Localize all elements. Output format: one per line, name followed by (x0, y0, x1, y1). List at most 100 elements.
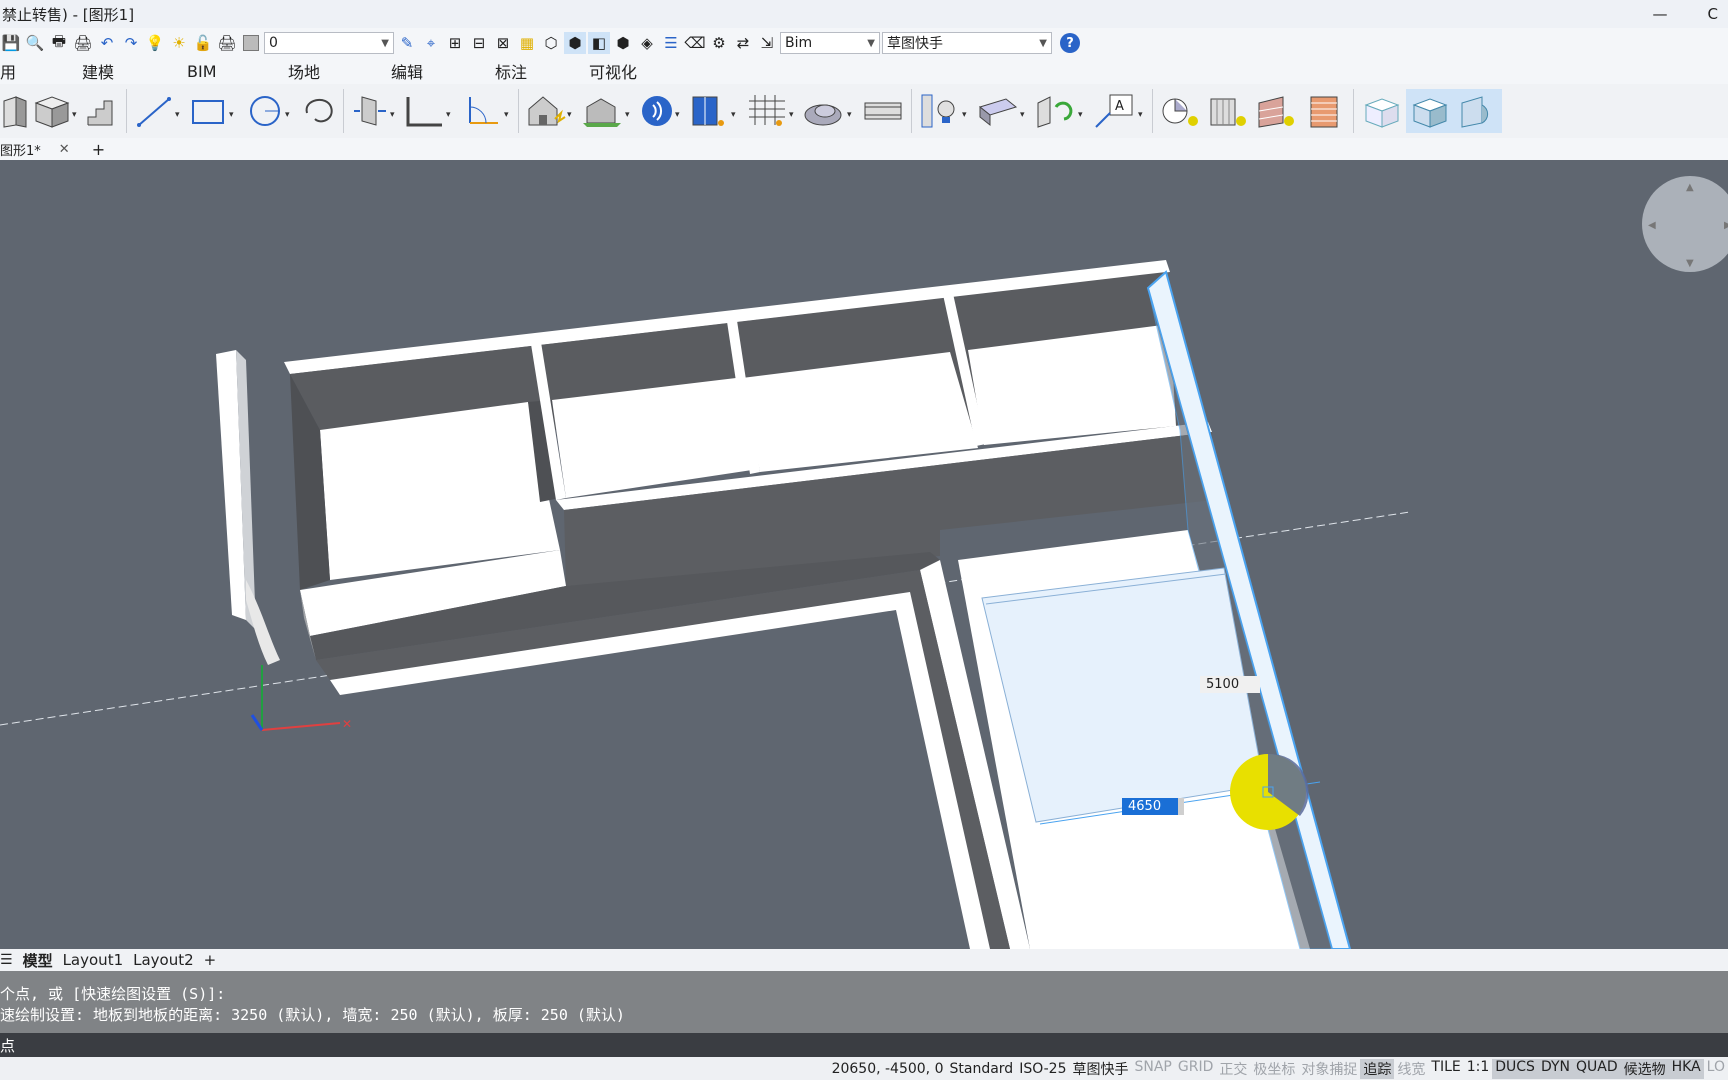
status-toggle[interactable]: 对象捕捉 (1298, 1059, 1360, 1079)
match-layer-icon[interactable]: ✎ (396, 32, 418, 54)
text-tool-icon[interactable]: A ▾ (1090, 89, 1148, 133)
visual-style-shaded-icon[interactable] (1406, 89, 1454, 133)
model-canvas[interactable]: ✕ ▲ ▼ ◀ ▶ (0, 160, 1728, 949)
materials-icon[interactable] (1205, 89, 1253, 133)
help-icon[interactable]: ? (1060, 33, 1080, 53)
tab-layout1[interactable]: Layout1 (63, 951, 124, 969)
circle-tool-icon[interactable]: ▾ (243, 89, 299, 133)
print-icon[interactable]: 🖨 (72, 32, 94, 54)
status-toggle[interactable]: 追踪 (1360, 1058, 1395, 1079)
properties-icon[interactable]: ☰ (660, 32, 682, 54)
status-toggle[interactable]: SNAP (1132, 1059, 1175, 1079)
close-icon[interactable]: ✕ (59, 142, 92, 157)
line-tool-icon[interactable]: ▾ (131, 89, 187, 133)
status-toggle[interactable]: 正交 (1216, 1059, 1250, 1079)
view-top-icon[interactable]: ⬡ (540, 32, 562, 54)
status-toggle[interactable]: QUAD (1573, 1058, 1621, 1079)
layer-combo[interactable]: 0 ▼ (264, 32, 394, 54)
status-toggle[interactable]: DUCS (1492, 1058, 1538, 1079)
layer-merge-icon[interactable]: ⊠ (492, 32, 514, 54)
rectangle-tool-icon[interactable]: ▾ (187, 89, 243, 133)
status-toggle[interactable]: 线宽 (1394, 1059, 1428, 1079)
status-toggle[interactable]: DYN (1537, 1058, 1573, 1079)
tab-home[interactable]: 用 (0, 59, 82, 83)
dim-length-label[interactable]: 5100 (1200, 676, 1260, 693)
polyline-tool-icon[interactable] (299, 89, 339, 133)
stair-tool-icon[interactable] (82, 89, 122, 133)
view-3d-icon[interactable]: ⬢ (612, 32, 634, 54)
layers-stack-icon[interactable] (1301, 89, 1349, 133)
corner-tool-icon[interactable]: ▾ (400, 89, 458, 133)
layout-list-icon[interactable]: ☰ (0, 952, 13, 968)
layer-on-icon[interactable]: 💡 (144, 32, 166, 54)
layer-state-icon[interactable]: ▦ (516, 32, 538, 54)
eraser-icon[interactable]: ⌫ (684, 32, 706, 54)
tab-modeling[interactable]: 建模 (82, 59, 187, 83)
tab-model[interactable]: 模型 (23, 950, 53, 971)
tab-bim[interactable]: BIM (187, 62, 288, 81)
layer-lock-icon[interactable]: 🔓 (192, 32, 214, 54)
dim-style[interactable]: ISO-25 (1016, 1061, 1069, 1077)
status-toggle[interactable]: TILE (1428, 1059, 1463, 1079)
extrude-tool-icon[interactable]: ▾ (348, 89, 400, 133)
doc-tab-active[interactable]: 图形1* (0, 140, 59, 159)
terrain-tool-icon[interactable]: ▾ (801, 89, 859, 133)
save-icon[interactable]: 💾 (0, 32, 22, 54)
tab-layout2[interactable]: Layout2 (133, 951, 194, 969)
settings-icon[interactable]: ⚙ (708, 32, 730, 54)
status-toggle[interactable]: 候选物 (1620, 1058, 1669, 1079)
tab-site[interactable]: 场地 (288, 59, 391, 83)
drawing-viewport[interactable]: ✕ ▲ ▼ ◀ ▶ 5100 4650 (0, 160, 1728, 949)
restore-button[interactable]: C (1708, 5, 1718, 23)
section-tool-icon[interactable]: ▾ (974, 89, 1032, 133)
status-toggle[interactable]: HKA (1668, 1058, 1704, 1079)
coordinates-readout[interactable]: 20650, -4500, 0 (829, 1061, 947, 1077)
workspace-combo[interactable]: Bim ▼ (780, 32, 880, 54)
light-tool-icon[interactable]: ▾ (916, 89, 974, 133)
site-building-icon[interactable]: ▾ (579, 89, 637, 133)
layer-walk-icon[interactable]: ⊟ (468, 32, 490, 54)
visual-style-realistic-icon[interactable] (1454, 89, 1502, 133)
view-front-icon[interactable]: ◧ (588, 32, 610, 54)
print-preview-icon[interactable]: 🖶 (48, 32, 70, 54)
dim-width-input[interactable]: 4650 (1122, 798, 1184, 815)
add-doc-tab-button[interactable]: + (92, 140, 105, 159)
layer-prev-icon[interactable]: ⌖ (420, 32, 442, 54)
workspace-label[interactable]: 草图快手 (1070, 1059, 1132, 1079)
status-toggle[interactable]: 1:1 (1464, 1059, 1493, 1079)
status-toggle[interactable]: LO (1704, 1059, 1728, 1079)
wall-tool-icon[interactable] (0, 89, 30, 133)
add-layout-button[interactable]: + (204, 951, 217, 969)
wireless-tool-icon[interactable]: ▾ (637, 89, 685, 133)
tab-visualize[interactable]: 可视化 (589, 59, 689, 83)
status-toggle[interactable]: GRID (1175, 1059, 1217, 1079)
sync-icon[interactable]: ⇄ (732, 32, 754, 54)
workspace-icon[interactable]: ⇲ (756, 32, 778, 54)
status-toggle[interactable]: 极坐标 (1250, 1059, 1298, 1079)
layer-isolate-icon[interactable]: ⊞ (444, 32, 466, 54)
layer-plot-icon[interactable]: 🖨 (216, 32, 238, 54)
window-tool-icon[interactable]: ▾ (685, 89, 743, 133)
grid-tool-icon[interactable]: ▾ (743, 89, 801, 133)
quick-draw-combo[interactable]: 草图快手 ▼ (882, 32, 1052, 54)
minimize-button[interactable]: — (1653, 5, 1668, 23)
command-line[interactable]: 点 (0, 1033, 1728, 1057)
building-tool-icon[interactable]: ▾ (523, 89, 579, 133)
view-render-icon[interactable]: ◈ (636, 32, 658, 54)
brick-material-icon[interactable] (1253, 89, 1301, 133)
layer-color-icon[interactable] (240, 32, 262, 54)
undo-icon[interactable]: ↶ (96, 32, 118, 54)
tab-annotate[interactable]: 标注 (495, 59, 589, 83)
refresh-tool-icon[interactable]: ▾ (1032, 89, 1090, 133)
view-iso-icon[interactable]: ⬢ (564, 32, 586, 54)
ucs-tool-icon[interactable]: ▾ (458, 89, 514, 133)
tab-edit[interactable]: 编辑 (391, 59, 495, 83)
visual-style-wire-icon[interactable] (1358, 89, 1406, 133)
zoom-icon[interactable]: 🔍 (24, 32, 46, 54)
box-tool-icon[interactable]: ▾ (30, 89, 82, 133)
layer-freeze-icon[interactable]: ☀ (168, 32, 190, 54)
render-light-icon[interactable] (1157, 89, 1205, 133)
beam-tool-icon[interactable] (859, 89, 907, 133)
redo-icon[interactable]: ↷ (120, 32, 142, 54)
text-style[interactable]: Standard (947, 1061, 1017, 1077)
